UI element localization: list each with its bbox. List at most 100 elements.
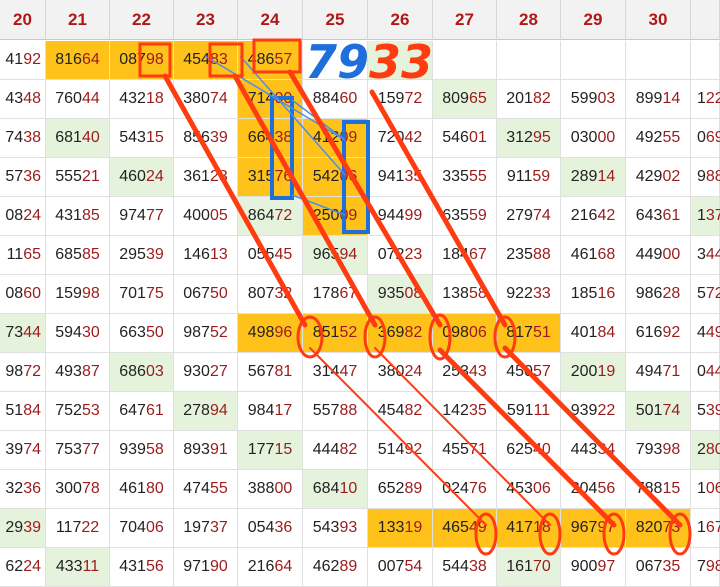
result-cell: 431 56 (110, 548, 174, 587)
column-header: 24 (238, 0, 303, 40)
result-cell: 935 08 (368, 275, 433, 314)
cell-digits-head: 939 (570, 402, 598, 419)
cell-digits-tail: 67 (339, 285, 358, 302)
result-cell: 594 30 (46, 314, 110, 353)
cell-digits-head: 599 (570, 90, 598, 107)
cell-digits-tail: 75 (145, 285, 164, 302)
result-cell: 685 85 (46, 236, 110, 275)
cell-digits-head: 494 (635, 363, 663, 380)
cell-digits-tail: 84 (23, 402, 41, 419)
cell-digits-tail: 28 (662, 285, 681, 302)
cell-digits-tail: 22 (81, 519, 100, 536)
cell-digits-tail: 03 (597, 90, 616, 107)
cell-digits-tail: 44 (705, 363, 720, 380)
cell-digits-head: 567 (247, 363, 275, 380)
result-cell (303, 41, 368, 80)
column-header: 20 (0, 0, 46, 40)
cell-digits-tail: 99 (404, 207, 423, 224)
cell-digits-head: 067 (183, 285, 210, 302)
cell-digits-head: 030 (570, 129, 598, 146)
result-cell: 443 34 (561, 431, 626, 470)
result-cell: 429 02 (626, 158, 691, 197)
result-cell: 055 45 (238, 236, 303, 275)
cell-digits-head: 557 (312, 402, 340, 419)
result-cell: 39 74 (0, 431, 46, 470)
cell-digits-head: 5 (697, 402, 706, 419)
cell-digits-tail: 18 (145, 90, 164, 107)
cell-digits-head: 250 (312, 207, 340, 224)
cell-digits-tail: 45 (274, 246, 293, 263)
cell-digits-tail: 60 (23, 285, 41, 302)
result-cell: 5 39 (691, 392, 720, 431)
cell-digits-tail: 98 (705, 558, 720, 575)
result-cell: 161 70 (497, 548, 561, 587)
cell-digits-tail: 92 (662, 324, 681, 341)
cell-digits-tail: 67 (468, 246, 487, 263)
result-cell: 453 06 (497, 470, 561, 509)
result-cell: 493 87 (46, 353, 110, 392)
cell-digits-tail: 82 (404, 402, 423, 419)
cell-digits-head: 39 (5, 441, 24, 458)
result-cell: 851 52 (303, 314, 368, 353)
column-header: 22 (110, 0, 174, 40)
cell-digits-tail: 00 (662, 246, 681, 263)
result-cell: 449 00 (626, 236, 691, 275)
result-cell: 7 98 (691, 548, 720, 587)
cell-digits-tail: 93 (339, 519, 358, 536)
cell-digits-head: 200 (570, 363, 598, 380)
result-cell: 704 06 (110, 509, 174, 548)
result-cell: 817 51 (497, 314, 561, 353)
result-cell: 2 80 (691, 431, 720, 470)
cell-digits-head: 278 (183, 402, 210, 419)
cell-digits-head: 542 (312, 168, 340, 185)
result-cell: 971 90 (174, 548, 238, 587)
result-cell (561, 41, 626, 80)
cell-digits-tail: 06 (145, 519, 164, 536)
cell-digits-tail: 72 (705, 285, 720, 302)
cell-digits-tail: 87 (81, 363, 100, 380)
cell-digits-head: 32 (5, 480, 24, 497)
result-cell: 984 17 (238, 392, 303, 431)
cell-digits-head: 204 (570, 480, 598, 497)
cell-digits-head: 295 (119, 246, 146, 263)
result-cell: 944 99 (368, 197, 433, 236)
cell-digits-head: 62 (5, 558, 24, 575)
cell-digits-tail: 67 (705, 519, 720, 536)
result-cell: 986 28 (626, 275, 691, 314)
cell-digits-tail: 24 (404, 363, 423, 380)
result-cell: 401 84 (561, 314, 626, 353)
cell-digits-tail: 42 (597, 207, 616, 224)
result-cell: 400 05 (174, 197, 238, 236)
cell-digits-tail: 11 (82, 558, 100, 575)
cell-digits-tail: 15 (274, 441, 293, 458)
cell-digits-tail: 68 (597, 246, 616, 263)
cell-digits-tail: 09 (339, 207, 358, 224)
cell-digits-head: 216 (570, 207, 598, 224)
result-cell: 591 11 (497, 392, 561, 431)
cell-digits-head: 643 (635, 207, 663, 224)
cell-digits-head: 185 (570, 285, 598, 302)
result-cell: 388 00 (238, 470, 303, 509)
result-cell: 197 37 (174, 509, 238, 548)
cell-digits-tail: 00 (274, 480, 293, 497)
cell-digits-head: 380 (377, 363, 405, 380)
cell-digits-head: 087 (119, 51, 146, 68)
result-cell: 315 76 (238, 158, 303, 197)
result-cell: 1 67 (691, 509, 720, 548)
cell-digits-head: 133 (377, 519, 405, 536)
result-cell: 380 24 (368, 353, 433, 392)
cell-digits-tail: 74 (532, 207, 551, 224)
cell-digits-head: 072 (377, 246, 405, 263)
result-cell: 200 19 (561, 353, 626, 392)
cell-digits-head: 417 (506, 519, 533, 536)
result-cell (626, 41, 691, 80)
cell-digits-head: 664 (247, 129, 275, 146)
cell-digits-head: 432 (119, 90, 146, 107)
result-cell: 185 16 (561, 275, 626, 314)
cell-digits-head: 055 (247, 246, 275, 263)
cell-digits-head: 460 (119, 168, 146, 185)
result-cell: 138 58 (433, 275, 497, 314)
cell-digits-head: 98 (5, 363, 24, 380)
result-cell: 361 23 (174, 158, 238, 197)
result-cell: 492 55 (626, 119, 691, 158)
